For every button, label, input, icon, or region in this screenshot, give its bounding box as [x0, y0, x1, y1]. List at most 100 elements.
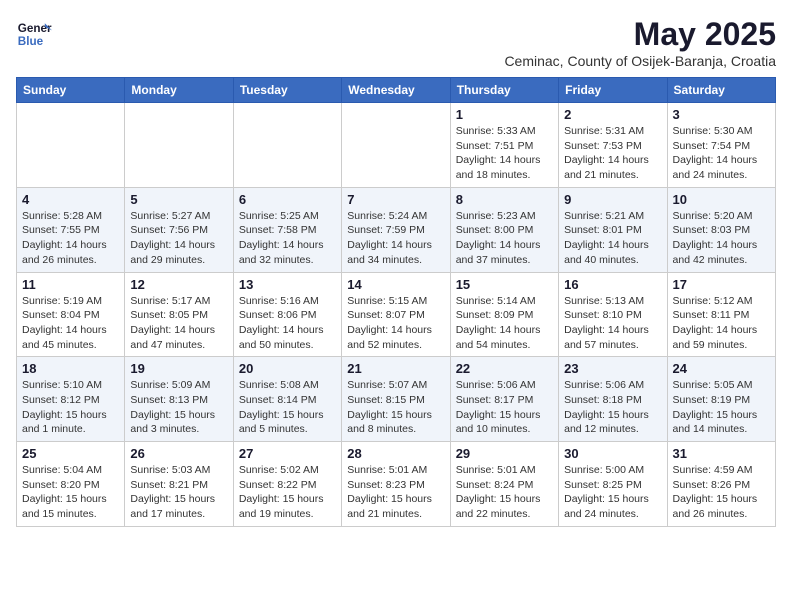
day-number: 12 [130, 277, 227, 292]
day-info: Sunrise: 5:03 AMSunset: 8:21 PMDaylight:… [130, 463, 227, 522]
day-number: 15 [456, 277, 553, 292]
day-cell: 27 Sunrise: 5:02 AMSunset: 8:22 PMDayligh… [233, 442, 341, 527]
day-info: Sunrise: 5:13 AMSunset: 8:10 PMDaylight:… [564, 294, 661, 353]
day-number: 18 [22, 361, 119, 376]
day-number: 14 [347, 277, 444, 292]
day-cell [125, 103, 233, 188]
day-cell: 26Sunrise: 5:03 AMSunset: 8:21 PMDayligh… [125, 442, 233, 527]
logo-icon: General Blue [16, 16, 52, 52]
week-row-2: 4Sunrise: 5:28 AMSunset: 7:55 PMDaylight… [17, 187, 776, 272]
day-number: 7 [347, 192, 444, 207]
day-number: 29 [456, 446, 553, 461]
day-number: 30 [564, 446, 661, 461]
calendar: SundayMondayTuesdayWednesdayThursdayFrid… [16, 77, 776, 527]
day-number: 10 [673, 192, 770, 207]
month-year: May 2025 [504, 16, 776, 53]
day-info: Sunrise: 5:14 AMSunset: 8:09 PMDaylight:… [456, 294, 553, 353]
week-row-3: 11 Sunrise: 5:19 AMSunset: 8:04 PMDayligh… [17, 272, 776, 357]
day-info: Sunrise: 5:31 AMSunset: 7:53 PMDaylight:… [564, 124, 661, 183]
day-cell: 7 Sunrise: 5:24 AMSunset: 7:59 PMDaylight… [342, 187, 450, 272]
day-cell: 21 Sunrise: 5:07 AMSunset: 8:15 PMDayligh… [342, 357, 450, 442]
day-cell: 20 Sunrise: 5:08 AMSunset: 8:14 PMDayligh… [233, 357, 341, 442]
day-info: Sunrise: 5:05 AMSunset: 8:19 PMDaylight:… [673, 378, 770, 437]
day-info: Sunrise: 5:02 AMSunset: 8:22 PMDaylight:… [239, 463, 336, 522]
day-info: Sunrise: 5:19 AMSunset: 8:04 PMDaylight:… [22, 294, 119, 353]
weekday-header-saturday: Saturday [667, 78, 775, 103]
day-number: 8 [456, 192, 553, 207]
day-cell: 16Sunrise: 5:13 AMSunset: 8:10 PMDayligh… [559, 272, 667, 357]
title-block: May 2025 Ceminac, County of Osijek-Baran… [504, 16, 776, 69]
day-number: 24 [673, 361, 770, 376]
weekday-header-friday: Friday [559, 78, 667, 103]
day-number: 23 [564, 361, 661, 376]
day-info: Sunrise: 5:01 AMSunset: 8:24 PMDaylight:… [456, 463, 553, 522]
day-number: 27 [239, 446, 336, 461]
day-info: Sunrise: 5:06 AMSunset: 8:18 PMDaylight:… [564, 378, 661, 437]
week-row-5: 25Sunrise: 5:04 AMSunset: 8:20 PMDayligh… [17, 442, 776, 527]
weekday-header-monday: Monday [125, 78, 233, 103]
day-cell: 2Sunrise: 5:31 AMSunset: 7:53 PMDaylight… [559, 103, 667, 188]
day-info: Sunrise: 5:04 AMSunset: 8:20 PMDaylight:… [22, 463, 119, 522]
day-cell: 23 Sunrise: 5:06 AMSunset: 8:18 PMDayligh… [559, 357, 667, 442]
day-cell: 24 Sunrise: 5:05 AMSunset: 8:19 PMDayligh… [667, 357, 775, 442]
weekday-header-thursday: Thursday [450, 78, 558, 103]
day-number: 5 [130, 192, 227, 207]
day-cell: 28 Sunrise: 5:01 AMSunset: 8:23 PMDayligh… [342, 442, 450, 527]
day-cell: 25Sunrise: 5:04 AMSunset: 8:20 PMDayligh… [17, 442, 125, 527]
day-info: Sunrise: 5:01 AMSunset: 8:23 PMDaylight:… [347, 463, 444, 522]
day-cell: 19 Sunrise: 5:09 AMSunset: 8:13 PMDayligh… [125, 357, 233, 442]
day-cell: 8 Sunrise: 5:23 AMSunset: 8:00 PMDaylight… [450, 187, 558, 272]
day-cell: 31Sunrise: 4:59 AMSunset: 8:26 PMDayligh… [667, 442, 775, 527]
day-info: Sunrise: 5:06 AMSunset: 8:17 PMDaylight:… [456, 378, 553, 437]
day-cell: 4Sunrise: 5:28 AMSunset: 7:55 PMDaylight… [17, 187, 125, 272]
week-row-4: 18 Sunrise: 5:10 AMSunset: 8:12 PMDayligh… [17, 357, 776, 442]
day-number: 21 [347, 361, 444, 376]
day-cell: 13Sunrise: 5:16 AMSunset: 8:06 PMDayligh… [233, 272, 341, 357]
day-info: Sunrise: 5:10 AMSunset: 8:12 PMDaylight:… [22, 378, 119, 437]
day-cell: 17 Sunrise: 5:12 AMSunset: 8:11 PMDayligh… [667, 272, 775, 357]
day-cell: 30Sunrise: 5:00 AMSunset: 8:25 PMDayligh… [559, 442, 667, 527]
day-number: 6 [239, 192, 336, 207]
day-info: Sunrise: 5:21 AMSunset: 8:01 PMDaylight:… [564, 209, 661, 268]
day-cell [233, 103, 341, 188]
day-info: Sunrise: 5:07 AMSunset: 8:15 PMDaylight:… [347, 378, 444, 437]
day-number: 22 [456, 361, 553, 376]
day-info: Sunrise: 5:17 AMSunset: 8:05 PMDaylight:… [130, 294, 227, 353]
weekday-header-tuesday: Tuesday [233, 78, 341, 103]
day-cell: 14 Sunrise: 5:15 AMSunset: 8:07 PMDayligh… [342, 272, 450, 357]
day-cell: 9 Sunrise: 5:21 AMSunset: 8:01 PMDaylight… [559, 187, 667, 272]
day-number: 11 [22, 277, 119, 292]
weekday-header-wednesday: Wednesday [342, 78, 450, 103]
day-cell: 5 Sunrise: 5:27 AMSunset: 7:56 PMDaylight… [125, 187, 233, 272]
logo: General Blue [16, 16, 52, 52]
day-cell: 6 Sunrise: 5:25 AMSunset: 7:58 PMDaylight… [233, 187, 341, 272]
day-cell: 11 Sunrise: 5:19 AMSunset: 8:04 PMDayligh… [17, 272, 125, 357]
day-info: Sunrise: 5:24 AMSunset: 7:59 PMDaylight:… [347, 209, 444, 268]
weekday-header-sunday: Sunday [17, 78, 125, 103]
day-info: Sunrise: 5:08 AMSunset: 8:14 PMDaylight:… [239, 378, 336, 437]
day-cell: 18 Sunrise: 5:10 AMSunset: 8:12 PMDayligh… [17, 357, 125, 442]
week-row-1: 1 Sunrise: 5:33 AMSunset: 7:51 PMDaylight… [17, 103, 776, 188]
day-number: 9 [564, 192, 661, 207]
day-info: Sunrise: 5:27 AMSunset: 7:56 PMDaylight:… [130, 209, 227, 268]
header: General Blue May 2025 Ceminac, County of… [16, 16, 776, 69]
day-info: Sunrise: 5:23 AMSunset: 8:00 PMDaylight:… [456, 209, 553, 268]
day-info: Sunrise: 5:12 AMSunset: 8:11 PMDaylight:… [673, 294, 770, 353]
day-number: 17 [673, 277, 770, 292]
day-cell: 29 Sunrise: 5:01 AMSunset: 8:24 PMDayligh… [450, 442, 558, 527]
svg-text:Blue: Blue [18, 35, 44, 48]
day-info: Sunrise: 5:33 AMSunset: 7:51 PMDaylight:… [456, 124, 553, 183]
day-cell: 3Sunrise: 5:30 AMSunset: 7:54 PMDaylight… [667, 103, 775, 188]
day-info: Sunrise: 5:15 AMSunset: 8:07 PMDaylight:… [347, 294, 444, 353]
day-cell: 1 Sunrise: 5:33 AMSunset: 7:51 PMDaylight… [450, 103, 558, 188]
day-number: 20 [239, 361, 336, 376]
day-number: 28 [347, 446, 444, 461]
location: Ceminac, County of Osijek-Baranja, Croat… [504, 53, 776, 69]
day-info: Sunrise: 5:28 AMSunset: 7:55 PMDaylight:… [22, 209, 119, 268]
day-info: Sunrise: 5:09 AMSunset: 8:13 PMDaylight:… [130, 378, 227, 437]
day-number: 1 [456, 107, 553, 122]
day-info: Sunrise: 4:59 AMSunset: 8:26 PMDaylight:… [673, 463, 770, 522]
day-info: Sunrise: 5:25 AMSunset: 7:58 PMDaylight:… [239, 209, 336, 268]
day-number: 3 [673, 107, 770, 122]
day-number: 19 [130, 361, 227, 376]
